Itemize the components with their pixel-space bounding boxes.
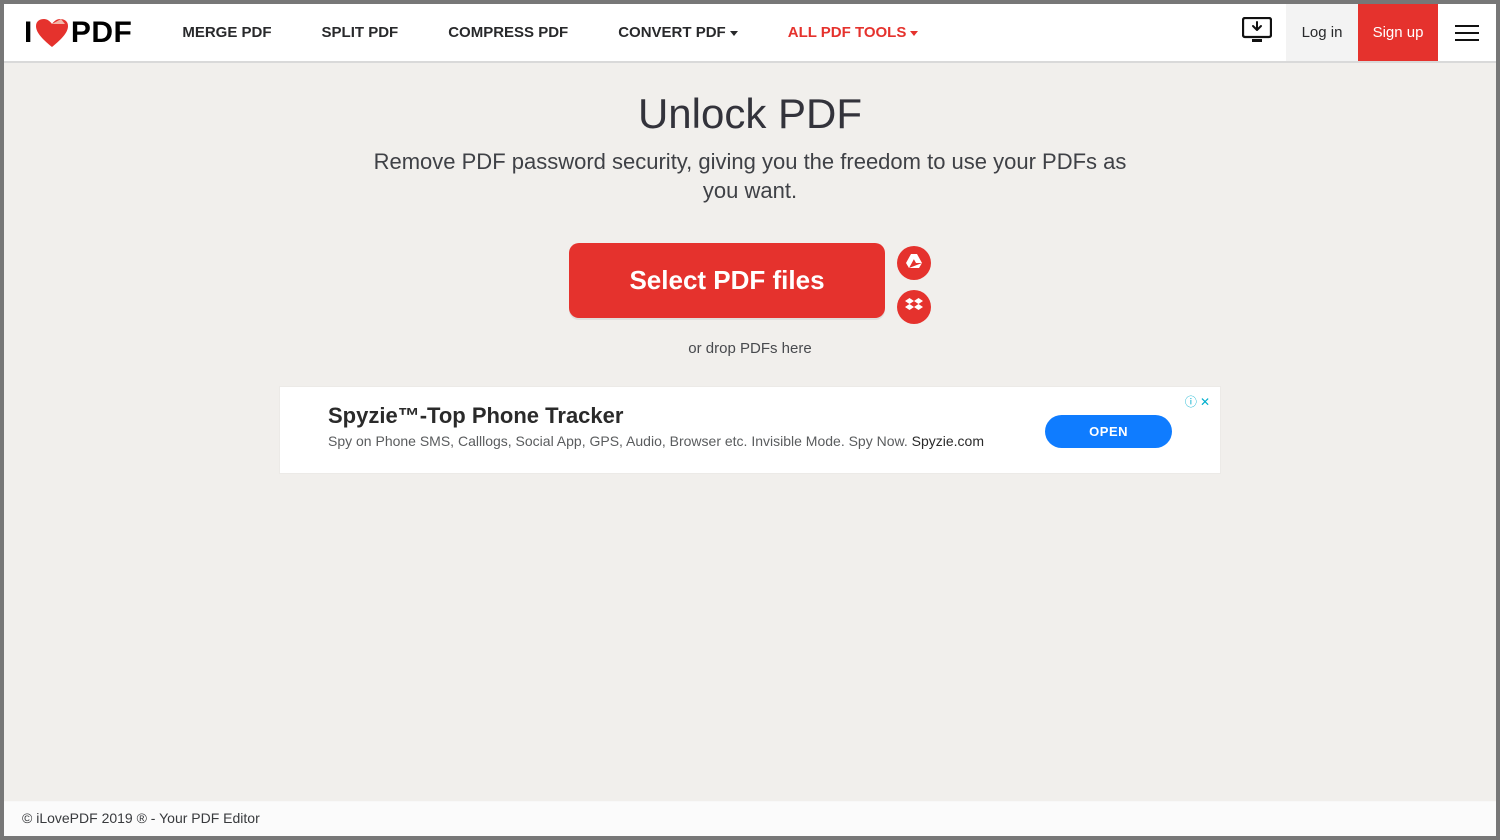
desktop-app-button[interactable] (1228, 4, 1286, 61)
nav-convert-pdf[interactable]: CONVERT PDF (618, 24, 738, 41)
nav-all-tools-label: ALL PDF TOOLS (788, 24, 907, 41)
ad-close-icon[interactable]: ✕ (1200, 395, 1210, 409)
header-actions: Log in Sign up (1228, 4, 1496, 61)
ad-cta-label: OPEN (1089, 424, 1128, 439)
hamburger-icon (1455, 25, 1479, 41)
nav-all-pdf-tools[interactable]: ALL PDF TOOLS (788, 24, 919, 41)
advertisement-banner[interactable]: ⓘ ✕ Spyzie™-Top Phone Tracker Spy on Pho… (280, 387, 1220, 473)
heart-icon (35, 18, 69, 48)
page-title: Unlock PDF (4, 90, 1496, 138)
ad-open-button[interactable]: OPEN (1045, 415, 1172, 448)
site-logo[interactable]: I PDF (24, 16, 132, 50)
ad-source: Spyzie.com (912, 433, 984, 449)
drop-hint: or drop PDFs here (4, 340, 1496, 357)
nav-merge-pdf[interactable]: MERGE PDF (182, 24, 271, 41)
login-button[interactable]: Log in (1286, 4, 1358, 61)
chevron-down-icon (910, 31, 918, 36)
nav-split-pdf[interactable]: SPLIT PDF (322, 24, 399, 41)
select-button-label: Select PDF files (629, 265, 824, 295)
login-label: Log in (1302, 24, 1343, 41)
ad-desc-text: Spy on Phone SMS, Calllogs, Social App, … (328, 433, 912, 449)
file-select-row: Select PDF files (4, 243, 1496, 324)
google-drive-icon (906, 254, 922, 273)
signup-label: Sign up (1373, 24, 1424, 41)
cloud-source-buttons (897, 246, 931, 324)
ad-controls: ⓘ ✕ (1185, 393, 1210, 410)
signup-button[interactable]: Sign up (1358, 4, 1438, 61)
page-subtitle: Remove PDF password security, giving you… (370, 148, 1130, 205)
main-content: Unlock PDF Remove PDF password security,… (4, 62, 1496, 473)
nav-convert-label: CONVERT PDF (618, 24, 726, 41)
nav-split-label: SPLIT PDF (322, 24, 399, 41)
menu-button[interactable] (1438, 4, 1496, 61)
google-drive-button[interactable] (897, 246, 931, 280)
dropbox-button[interactable] (897, 290, 931, 324)
dropbox-icon (905, 298, 923, 317)
page-footer: © iLovePDF 2019 ® - Your PDF Editor (4, 801, 1496, 836)
top-navbar: I PDF MERGE PDF SPLIT PDF COMPRESS PDF C… (4, 4, 1496, 62)
nav-compress-label: COMPRESS PDF (448, 24, 568, 41)
logo-prefix: I (24, 16, 33, 50)
main-nav: MERGE PDF SPLIT PDF COMPRESS PDF CONVERT… (182, 24, 918, 41)
footer-copyright: © iLovePDF 2019 ® - Your PDF Editor (22, 810, 1478, 826)
chevron-down-icon (730, 31, 738, 36)
logo-suffix: PDF (71, 16, 133, 50)
nav-merge-label: MERGE PDF (182, 24, 271, 41)
nav-compress-pdf[interactable]: COMPRESS PDF (448, 24, 568, 41)
ad-info-icon[interactable]: ⓘ (1185, 393, 1197, 410)
desktop-download-icon (1242, 17, 1272, 48)
select-pdf-files-button[interactable]: Select PDF files (569, 243, 884, 318)
